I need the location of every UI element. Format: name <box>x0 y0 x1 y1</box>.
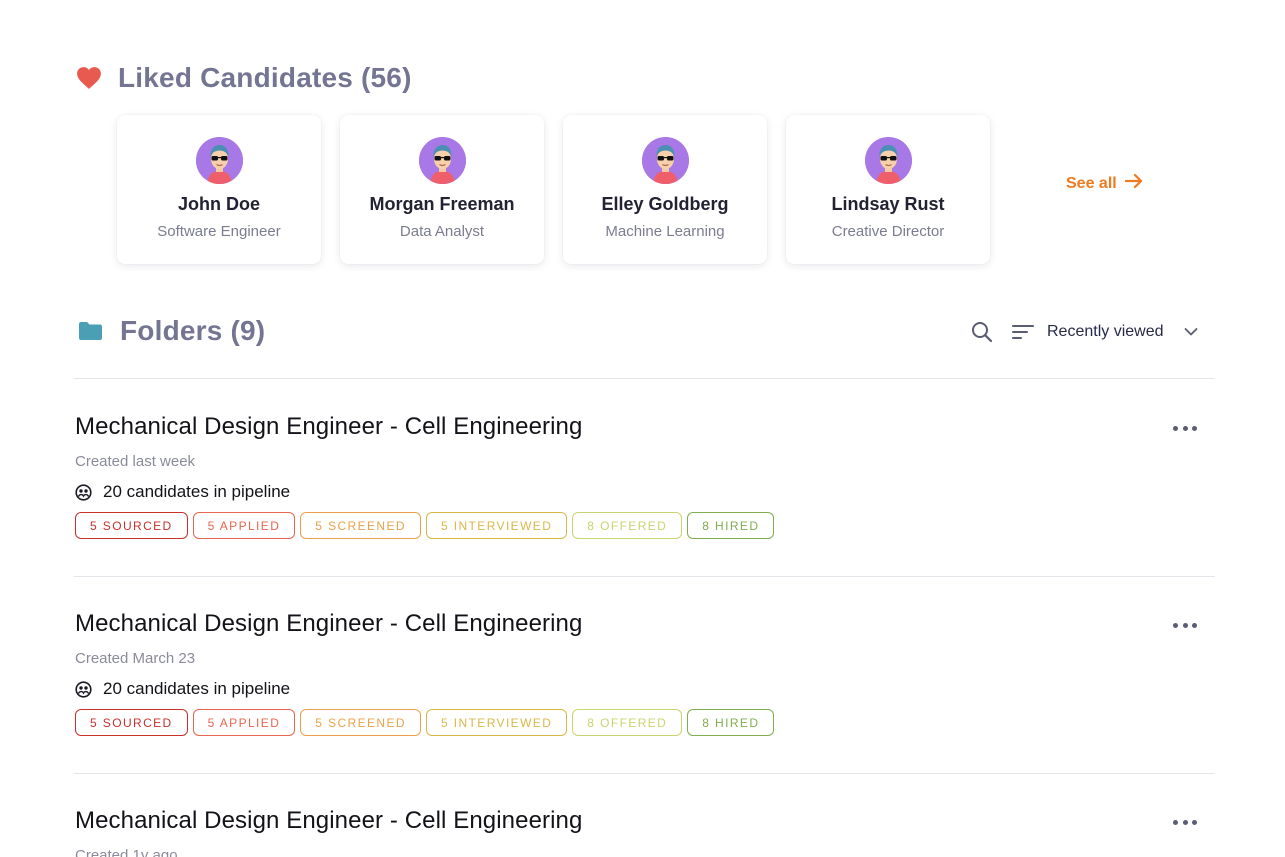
avatar <box>418 137 466 184</box>
tag-screened[interactable]: 5 SCREENED <box>300 709 421 736</box>
more-options-icon[interactable] <box>1173 620 1197 630</box>
search-icon[interactable] <box>970 320 994 344</box>
folder-created-date: Created last week <box>75 453 196 470</box>
folders-title: Folders (9) <box>120 315 266 346</box>
avatar <box>195 137 243 184</box>
folders-header: Folders (9) <box>78 311 265 351</box>
folder-icon <box>78 320 104 342</box>
sort-dropdown-label[interactable]: Recently viewed <box>1047 323 1164 341</box>
tag-hired[interactable]: 8 HIRED <box>687 512 775 539</box>
folder-title[interactable]: Mechanical Design Engineer - Cell Engine… <box>75 610 1215 638</box>
folder-created-date: Created March 23 <box>75 650 196 667</box>
tag-screened[interactable]: 5 SCREENED <box>300 512 421 539</box>
candidate-card[interactable]: Elley Goldberg Machine Learning <box>563 115 767 264</box>
candidate-name: Elley Goldberg <box>601 194 729 214</box>
candidate-name: Lindsay Rust <box>831 194 945 214</box>
folder-item[interactable]: Mechanical Design Engineer - Cell Engine… <box>75 413 1215 539</box>
candidates-group-icon <box>75 483 93 501</box>
pipeline-count: 20 candidates in pipeline <box>103 482 291 501</box>
candidate-role: Data Analyst <box>399 223 485 240</box>
liked-candidates-list: John Doe Software Engineer Morgan Freema… <box>117 115 990 264</box>
candidate-role: Creative Director <box>831 223 945 240</box>
tag-applied[interactable]: 5 APPLIED <box>192 512 296 539</box>
see-all-label: See all <box>1066 174 1117 192</box>
candidate-role: Software Engineer <box>157 223 281 240</box>
tag-interviewed[interactable]: 5 INTERVIEWED <box>425 512 568 539</box>
candidates-group-icon <box>75 680 93 698</box>
more-options-icon[interactable] <box>1173 817 1197 827</box>
candidate-card[interactable]: Lindsay Rust Creative Director <box>786 115 990 264</box>
candidate-card[interactable]: Morgan Freeman Data Analyst <box>340 115 544 264</box>
pipeline-summary: 20 candidates in pipeline <box>75 482 1215 502</box>
divider <box>74 576 1215 577</box>
sort-icon[interactable] <box>1011 322 1035 342</box>
tag-hired[interactable]: 8 HIRED <box>687 709 775 736</box>
tag-sourced[interactable]: 5 SOURCED <box>75 512 188 539</box>
tag-offered[interactable]: 8 OFFERED <box>572 709 683 736</box>
folder-item[interactable]: Mechanical Design Engineer - Cell Engine… <box>75 610 1215 736</box>
tag-offered[interactable]: 8 OFFERED <box>572 512 683 539</box>
heart-icon <box>75 64 103 92</box>
pipeline-count: 20 candidates in pipeline <box>103 679 291 698</box>
avatar <box>641 137 689 184</box>
more-options-icon[interactable] <box>1173 423 1197 433</box>
divider <box>74 773 1215 774</box>
tag-applied[interactable]: 5 APPLIED <box>192 709 296 736</box>
folder-title[interactable]: Mechanical Design Engineer - Cell Engine… <box>75 413 1215 441</box>
see-all-link[interactable]: See all <box>1066 173 1143 194</box>
candidate-card[interactable]: John Doe Software Engineer <box>117 115 321 264</box>
candidate-name: Morgan Freeman <box>369 194 515 214</box>
folder-title[interactable]: Mechanical Design Engineer - Cell Engine… <box>75 807 1215 835</box>
liked-candidates-title: Liked Candidates (56) <box>118 62 412 93</box>
folders-toolbar: Recently viewed <box>970 318 1198 346</box>
liked-candidates-header: Liked Candidates (56) <box>75 58 412 98</box>
tag-sourced[interactable]: 5 SOURCED <box>75 709 188 736</box>
avatar <box>864 137 912 184</box>
divider <box>74 378 1215 379</box>
chevron-down-icon[interactable] <box>1184 327 1198 337</box>
folder-item[interactable]: Mechanical Design Engineer - Cell Engine… <box>75 807 1215 857</box>
tag-interviewed[interactable]: 5 INTERVIEWED <box>425 709 568 736</box>
candidate-role: Machine Learning <box>605 223 725 240</box>
pipeline-summary: 20 candidates in pipeline <box>75 679 1215 699</box>
candidate-name: John Doe <box>177 194 260 214</box>
arrow-right-icon <box>1124 173 1143 194</box>
folder-created-date: Created 1y ago <box>75 847 178 857</box>
stage-tags: 5 SOURCED 5 APPLIED 5 SCREENED 5 INTERVI… <box>75 709 1215 736</box>
stage-tags: 5 SOURCED 5 APPLIED 5 SCREENED 5 INTERVI… <box>75 512 1215 539</box>
